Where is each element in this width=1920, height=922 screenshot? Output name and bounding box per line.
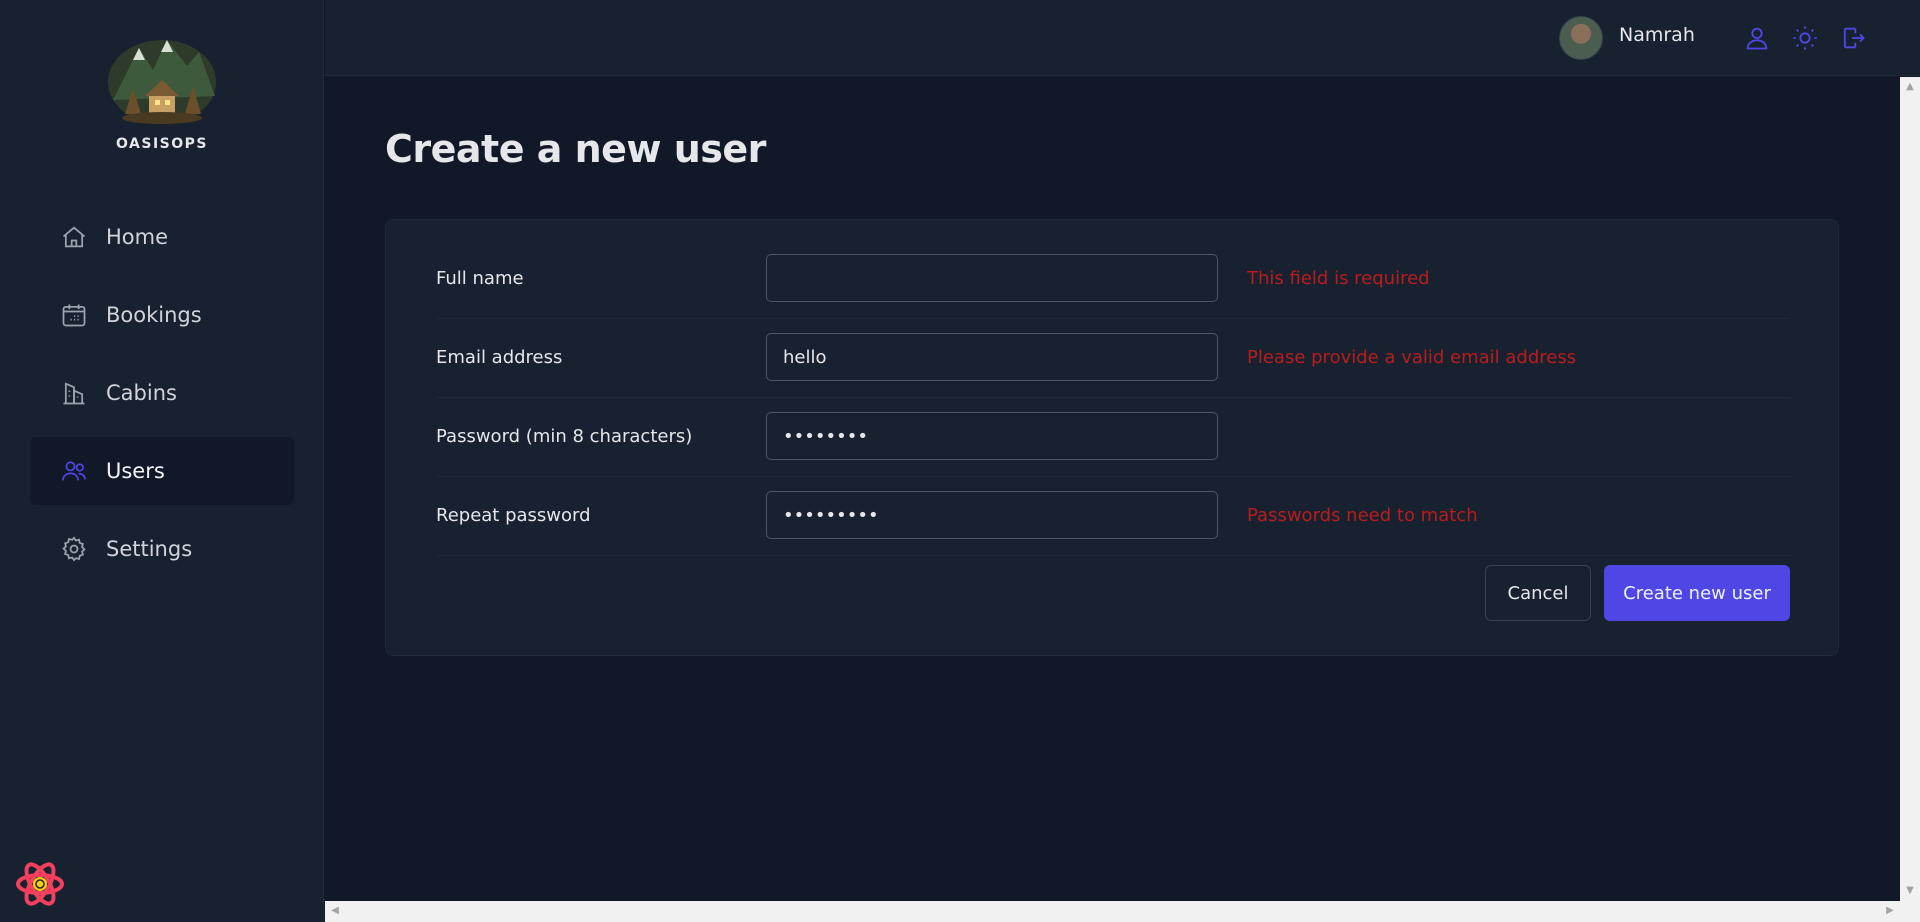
sidebar-item-bookings[interactable]: Bookings [30, 281, 294, 349]
cancel-button[interactable]: Cancel [1485, 565, 1591, 621]
cabin-logo-image [108, 40, 216, 124]
full-name-error: This field is required [1247, 268, 1430, 289]
scroll-left-arrow-icon[interactable]: ◀ [329, 905, 341, 917]
password-field[interactable] [766, 412, 1218, 460]
sun-icon[interactable] [1791, 24, 1819, 52]
repeat-password-field[interactable] [766, 491, 1218, 539]
users-icon [60, 457, 88, 485]
form-row-repeat-password: Repeat password Passwords need to match [436, 477, 1790, 556]
email-field[interactable] [766, 333, 1218, 381]
user-icon[interactable] [1743, 24, 1771, 52]
sidebar-nav: Home Bookings Cabins Users Settings [30, 203, 294, 593]
create-user-form: Full name This field is required Email a… [385, 219, 1839, 656]
main-content: Create a new user Full name This field i… [325, 77, 1900, 901]
horizontal-scrollbar[interactable]: ◀ ▶ [325, 901, 1920, 922]
logo: OASISOPS [0, 30, 324, 152]
sidebar: OASISOPS Home Bookings Cabins Users Sett… [0, 0, 324, 922]
buildings-icon [60, 379, 88, 407]
form-row-password: Password (min 8 characters) [436, 398, 1790, 477]
logout-icon[interactable] [1839, 24, 1867, 52]
full-name-label: Full name [436, 268, 524, 289]
sidebar-item-label: Settings [106, 537, 193, 561]
calendar-icon [60, 301, 88, 329]
repeat-password-error: Passwords need to match [1247, 505, 1478, 526]
react-devtools-icon[interactable] [16, 860, 64, 908]
avatar[interactable] [1559, 16, 1603, 60]
home-icon [60, 223, 88, 251]
page-title: Create a new user [385, 127, 766, 171]
gear-icon [60, 535, 88, 563]
email-error: Please provide a valid email address [1247, 347, 1577, 368]
sidebar-item-cabins[interactable]: Cabins [30, 359, 294, 427]
scroll-up-arrow-icon[interactable]: ▲ [1904, 81, 1916, 93]
full-name-field[interactable] [766, 254, 1218, 302]
password-label: Password (min 8 characters) [436, 426, 693, 447]
sidebar-item-settings[interactable]: Settings [30, 515, 294, 583]
repeat-password-label: Repeat password [436, 505, 591, 526]
brand-name: OASISOPS [116, 136, 208, 152]
sidebar-item-label: Users [106, 459, 165, 483]
sidebar-item-home[interactable]: Home [30, 203, 294, 271]
sidebar-item-label: Home [106, 225, 169, 249]
email-label: Email address [436, 347, 563, 368]
sidebar-item-users[interactable]: Users [30, 437, 294, 505]
scroll-right-arrow-icon[interactable]: ▶ [1884, 905, 1896, 917]
sidebar-item-label: Cabins [106, 381, 177, 405]
form-row-email: Email address Please provide a valid ema… [436, 319, 1790, 398]
create-new-user-button[interactable]: Create new user [1604, 565, 1790, 621]
vertical-scrollbar[interactable]: ▲ ▼ [1900, 77, 1920, 901]
sidebar-item-label: Bookings [106, 303, 202, 327]
scroll-down-arrow-icon[interactable]: ▼ [1904, 885, 1916, 897]
form-row-full-name: Full name This field is required [436, 240, 1790, 319]
top-header: Namrah [325, 0, 1920, 76]
user-name: Namrah [1619, 24, 1695, 46]
